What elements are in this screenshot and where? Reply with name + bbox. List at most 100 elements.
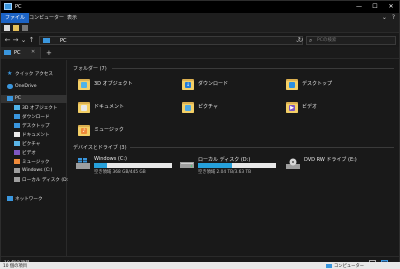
- refresh-button[interactable]: ↻: [296, 36, 305, 45]
- drives-group-header[interactable]: デバイスとドライブ (3): [73, 144, 127, 151]
- sidebar-item-network[interactable]: ネットワーク: [1, 195, 67, 203]
- folder-pictures[interactable]: ピクチャ: [182, 100, 282, 118]
- sidebar-item-desktop[interactable]: デスクトップ: [1, 122, 67, 130]
- download-icon: [14, 114, 20, 119]
- pc-icon: [4, 50, 11, 55]
- sidebar-item-3d-objects[interactable]: 3D オブジェクト: [1, 104, 67, 112]
- sidebar-item-label: ピクチャ: [22, 142, 41, 147]
- sidebar-item-label: PC: [15, 96, 21, 101]
- folders-group-header[interactable]: フォルダー (7): [73, 65, 107, 72]
- picture-icon: [14, 141, 20, 146]
- footer-location: コンピューター: [334, 264, 365, 269]
- folder-icon: [286, 77, 298, 90]
- sidebar-item-drive-d[interactable]: ローカル ディスク (D:): [1, 176, 71, 184]
- folder-documents[interactable]: ドキュメント: [78, 100, 178, 118]
- folder-icon: [182, 100, 194, 113]
- sidebar-item-drive-c[interactable]: Windows (C:): [1, 167, 67, 175]
- content-pane: フォルダー (7) 3D オブジェクト ↓ ダウンロード デスクトップ ドキュメ…: [68, 60, 399, 256]
- tab-computer[interactable]: コンピューター: [25, 13, 68, 23]
- ribbon-controls: ⌄ ?: [382, 14, 395, 21]
- folder-3d-objects[interactable]: 3D オブジェクト: [78, 77, 178, 95]
- drive-d[interactable]: ローカル ディスク (D:) 空き領域 2.04 TB/3.63 TB: [180, 156, 285, 178]
- close-button[interactable]: ✕: [383, 1, 399, 13]
- star-icon: ★: [7, 70, 13, 77]
- footer-item-count: 10 個の項目: [3, 264, 28, 269]
- folder-downloads[interactable]: ↓ ダウンロード: [182, 77, 282, 95]
- sidebar-item-music[interactable]: ミュージック: [1, 158, 67, 166]
- windows-drive-icon: [76, 158, 90, 169]
- drive-c[interactable]: Windows (C:) 空き領域 368 GB/445 GB: [76, 156, 181, 178]
- divider: [112, 68, 394, 69]
- folder-label: ドキュメント: [94, 104, 125, 110]
- sidebar-item-videos[interactable]: ビデオ: [1, 149, 67, 157]
- properties-icon[interactable]: [4, 25, 10, 31]
- sidebar-item-label: ダウンロード: [22, 115, 50, 120]
- network-icon: [7, 196, 13, 201]
- close-tab-icon[interactable]: ✕: [31, 49, 35, 55]
- drive-e-dvd[interactable]: DVD RW ドライブ (E:): [286, 156, 391, 178]
- folder-label: ピクチャ: [198, 104, 218, 110]
- sidebar-item-label: 3D オブジェクト: [22, 106, 58, 111]
- address-path[interactable]: PC: [60, 38, 67, 44]
- folder-videos[interactable]: ▶ ビデオ: [286, 100, 386, 118]
- sidebar-item-label: ビデオ: [22, 151, 36, 156]
- navigation-pane: ★ クイック アクセス OneDrive PC 3D オブジェクト ダウンロード…: [1, 60, 71, 256]
- sidebar-item-downloads[interactable]: ダウンロード: [1, 113, 67, 121]
- ribbon-tabs: ファイル コンピューター 表示 ⌄ ?: [1, 13, 399, 23]
- expand-ribbon-icon[interactable]: ⌄: [382, 14, 387, 21]
- sidebar-item-pictures[interactable]: ピクチャ: [1, 140, 67, 148]
- drive-name: DVD RW ドライブ (E:): [304, 157, 357, 163]
- desktop-icon: [14, 123, 20, 128]
- folder-label: ミュージック: [94, 127, 124, 133]
- sidebar-item-label: Windows (C:): [22, 168, 53, 173]
- folder-music[interactable]: ♪ ミュージック: [78, 123, 178, 141]
- tab-view[interactable]: 表示: [63, 13, 81, 23]
- dvd-drive-icon: [286, 158, 300, 169]
- quick-access-toolbar: [1, 23, 399, 33]
- drive-icon: [14, 168, 20, 173]
- folder-label: 3D オブジェクト: [94, 81, 133, 87]
- footer-bar: 10 個の項目 コンピューター: [0, 262, 400, 269]
- folder-icon: [78, 100, 90, 113]
- maximize-button[interactable]: ☐: [367, 1, 383, 13]
- sidebar-item-label: ネットワーク: [15, 197, 43, 202]
- sidebar-item-onedrive[interactable]: OneDrive: [1, 83, 67, 91]
- minimize-button[interactable]: —: [351, 1, 367, 13]
- folder-label: ビデオ: [302, 104, 318, 110]
- drive-icon: [14, 177, 20, 182]
- new-tab-button[interactable]: +: [46, 49, 52, 57]
- sidebar-item-label: OneDrive: [15, 84, 37, 89]
- sidebar-item-documents[interactable]: ドキュメント: [1, 131, 67, 139]
- folder-label: デスクトップ: [302, 81, 333, 87]
- video-icon: [14, 150, 20, 155]
- folder-icon: ▶: [286, 100, 298, 113]
- folder-icon: ↓: [182, 77, 194, 90]
- drive-name: Windows (C:): [94, 156, 127, 162]
- new-folder-icon[interactable]: [13, 25, 19, 31]
- sidebar-item-quick-access[interactable]: ★ クイック アクセス: [1, 70, 67, 78]
- drive-free-space: 空き領域 368 GB/445 GB: [94, 170, 146, 175]
- customize-qa-icon[interactable]: [22, 25, 28, 31]
- address-bar[interactable]: PC ⌄: [39, 36, 303, 45]
- document-icon: [14, 132, 20, 137]
- drive-usage-bar: [198, 163, 276, 168]
- up-button[interactable]: ↑: [27, 36, 36, 45]
- search-input[interactable]: [307, 37, 387, 44]
- pc-icon: [43, 38, 50, 43]
- drive-free-space: 空き領域 2.04 TB/3.63 TB: [198, 170, 252, 175]
- sidebar-item-label: ローカル ディスク (D:): [22, 178, 71, 183]
- title-bar: PC — ☐ ✕: [1, 1, 399, 13]
- search-box[interactable]: ⌕: [306, 36, 396, 45]
- tab-pc[interactable]: PC ✕: [1, 47, 41, 59]
- computer-icon: [326, 263, 332, 268]
- window-title: PC: [15, 4, 22, 10]
- sidebar-item-pc[interactable]: PC: [1, 95, 67, 103]
- sidebar-item-label: デスクトップ: [22, 124, 50, 129]
- tab-strip: PC ✕ +: [1, 47, 399, 59]
- sidebar-item-label: クイック アクセス: [15, 72, 53, 77]
- help-icon[interactable]: ?: [392, 14, 395, 21]
- folder-desktop[interactable]: デスクトップ: [286, 77, 386, 95]
- tab-label: PC: [14, 50, 21, 56]
- hard-drive-icon: [180, 158, 194, 169]
- address-row: ← → ⌄ ↑ PC ⌄ ↻ ⌕: [1, 34, 399, 47]
